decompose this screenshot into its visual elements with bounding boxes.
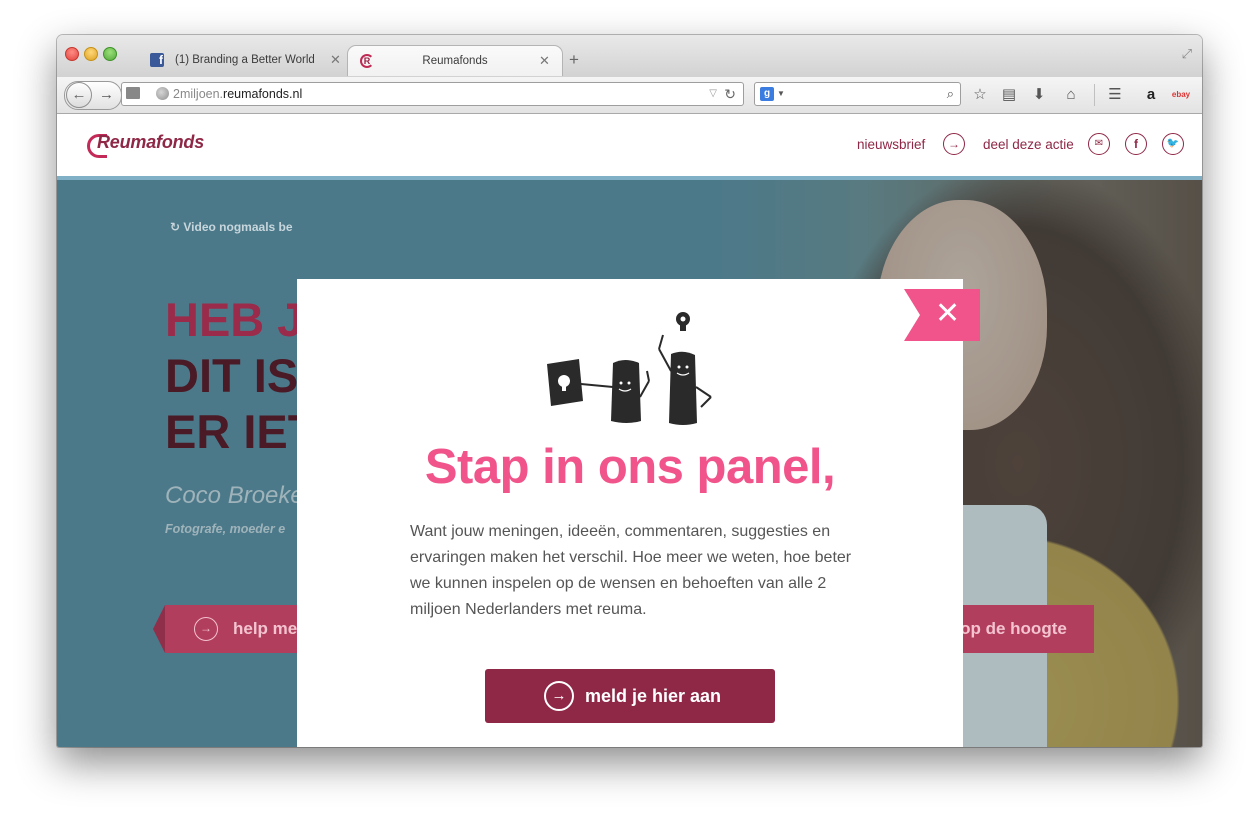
hero-role: Fotografe, moeder e (165, 522, 286, 536)
close-tab-icon[interactable]: ✕ (539, 46, 550, 76)
facebook-icon: f (150, 53, 164, 67)
globe-icon (156, 87, 169, 100)
panel-signup-modal: ✕ Stap in ons panel, Want jouw meningen,… (297, 279, 980, 747)
url-text[interactable]: 2miljoen.reumafonds.nl (173, 83, 302, 105)
amazon-icon[interactable]: a (1141, 85, 1161, 105)
panel-characters-illustration (547, 312, 712, 425)
zoom-window-button[interactable] (103, 47, 117, 61)
logo-text: Reumafonds (97, 132, 205, 152)
twitter-icon[interactable]: 🐦 (1162, 133, 1184, 155)
navigation-bar: ← → 2miljoen.reumafonds.nl ▽ ↻ g ▼ ⌕ ☆ ▤… (57, 77, 1202, 114)
fullscreen-icon[interactable]: ⤢ (1182, 46, 1192, 62)
replay-video-link[interactable]: ↻ Video nogmaals be (170, 220, 293, 234)
signup-button[interactable]: → meld je hier aan (485, 669, 775, 723)
stay-informed-label: jf op de hoogte (945, 619, 1067, 638)
address-bar[interactable]: 2miljoen.reumafonds.nl ▽ ↻ (121, 82, 744, 106)
url-domain: reumafonds.nl (223, 87, 303, 101)
home-icon[interactable]: ⌂ (1061, 85, 1081, 105)
google-icon[interactable]: g (760, 87, 774, 101)
replay-label: Video nogmaals be (183, 220, 293, 234)
new-tab-button[interactable]: + (569, 51, 579, 69)
tab-reumafonds[interactable]: R Reumafonds ✕ (347, 45, 563, 76)
site-identity-icon[interactable] (126, 87, 140, 99)
clipboard-icon[interactable]: ▤ (999, 85, 1019, 105)
newsletter-link[interactable]: nieuwsbrief (857, 114, 925, 176)
modal-title: Stap in ons panel, (424, 440, 836, 494)
chevron-down-icon[interactable]: ▽ (709, 83, 717, 105)
search-bar[interactable]: g ▼ ⌕ (754, 82, 961, 106)
menu-icon[interactable]: ☰ (1105, 85, 1125, 105)
arrow-right-icon: → (544, 681, 574, 711)
tab-title: Reumafonds (422, 55, 488, 67)
hero-headline-line-1: HEB JI (165, 293, 317, 346)
back-button[interactable]: ← (66, 82, 92, 108)
hero-name: Coco Broeke (165, 482, 304, 509)
download-icon[interactable]: ⬇ (1029, 85, 1049, 105)
browser-window: f (1) Branding a Better World ✕ R Reumaf… (57, 35, 1202, 747)
close-tab-icon[interactable]: ✕ (330, 45, 341, 75)
chevron-down-icon[interactable]: ▼ (777, 83, 785, 105)
star-icon[interactable]: ☆ (970, 85, 990, 105)
share-action-link[interactable]: deel deze actie (983, 114, 1074, 176)
tab-bar: f (1) Branding a Better World ✕ R Reumaf… (57, 35, 1202, 77)
arrow-right-icon[interactable]: → (943, 133, 965, 155)
hero-headline-line-2: DIT IS (165, 349, 299, 402)
signup-button-label: meld je hier aan (585, 686, 722, 706)
tab-facebook[interactable]: f (1) Branding a Better World ✕ (137, 45, 347, 75)
toolbar-separator (1094, 84, 1095, 106)
hero-section: ↻ Video nogmaals be HEB JI DIT IS ER IET… (57, 180, 1202, 747)
close-window-button[interactable] (65, 47, 79, 61)
forward-button[interactable]: → (99, 85, 114, 105)
url-subdomain: 2miljoen. (173, 87, 224, 101)
replay-icon: ↻ (170, 220, 184, 234)
page-content: Reumafonds nieuwsbrief → deel deze actie… (57, 114, 1202, 747)
close-icon: ✕ (935, 297, 961, 330)
mail-icon[interactable]: ✉ (1088, 133, 1110, 155)
minimize-window-button[interactable] (84, 47, 98, 61)
hero-headline-line-3: ER IET (165, 405, 317, 458)
site-header: Reumafonds nieuwsbrief → deel deze actie… (57, 114, 1202, 180)
back-forward-group: ← → (64, 81, 122, 110)
reload-icon[interactable]: ↻ (724, 83, 736, 105)
tab-title: (1) Branding a Better World (175, 54, 315, 66)
arrow-right-icon: → (194, 617, 218, 641)
close-modal-button[interactable]: ✕ (904, 289, 980, 341)
help-button-label: help me (233, 619, 298, 638)
search-icon[interactable]: ⌕ (947, 83, 954, 105)
ebay-icon[interactable]: ebay (1171, 85, 1191, 105)
facebook-icon[interactable]: f (1125, 133, 1147, 155)
modal-description: Want jouw meningen, ideeën, commentaren,… (410, 523, 852, 618)
